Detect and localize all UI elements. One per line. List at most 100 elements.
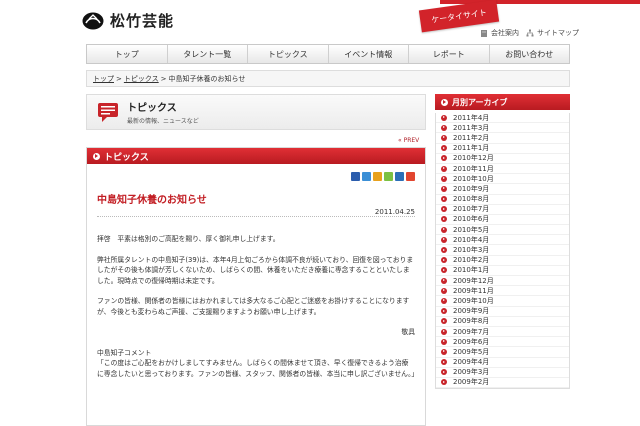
bookmark-pe-icon[interactable]	[395, 172, 404, 181]
archive-list: 2011年4月 2011年3月 2011年2月 2011年1月 2010年12月 2010…	[435, 113, 570, 390]
arrow-bullet-icon	[441, 216, 447, 223]
nav-item-events[interactable]: イベント情報	[329, 45, 409, 63]
archive-item[interactable]: 2009年7月	[436, 327, 569, 338]
topics-header: トピックス 最新の情報、ニュースなど	[86, 94, 426, 130]
archive-item[interactable]: 2011年2月	[436, 133, 569, 144]
arrow-bullet-icon	[441, 328, 447, 335]
article-date: 2011.04.25	[374, 208, 415, 216]
bookmark-n-icon[interactable]	[406, 172, 415, 181]
arrow-bullet-icon	[441, 226, 447, 233]
arrow-bullet-icon	[441, 369, 447, 376]
archive-title: 月別アーカイブ	[452, 97, 508, 107]
archive-item[interactable]: 2010年2月	[436, 256, 569, 266]
archive-item-label: 2010年5月	[453, 225, 490, 234]
archive-item[interactable]: 2010年6月	[436, 215, 569, 226]
company-info-label: 会社案内	[491, 29, 519, 37]
bookmark-green-icon[interactable]	[384, 172, 393, 181]
archive-item-label: 2009年6月	[453, 337, 490, 346]
article-box: トピックス 中島知子休養のお知らせ 2011.04.25 拝啓 平素は格別のご高…	[86, 147, 426, 426]
archive-item[interactable]: 2009年10月	[436, 296, 569, 307]
nav-item-contact[interactable]: お問い合わせ	[490, 45, 570, 63]
archive-item[interactable]: 2010年10月	[436, 174, 569, 185]
archive-item[interactable]: 2009年6月	[436, 337, 569, 348]
archive-item-label: 2010年7月	[453, 205, 490, 214]
arrow-bullet-icon	[441, 257, 447, 264]
archive-item[interactable]: 2009年9月	[436, 307, 569, 317]
sitemap-link[interactable]: サイトマップ	[526, 28, 579, 38]
archive-item[interactable]: 2010年4月	[436, 235, 569, 246]
archive-item[interactable]: 2009年12月	[436, 276, 569, 287]
archive-item-label: 2010年6月	[453, 215, 490, 224]
archive-item-label: 2010年3月	[453, 246, 490, 255]
topics-subtitle: 最新の情報、ニュースなど	[127, 118, 199, 125]
article-section-bar: トピックス	[87, 148, 425, 164]
archive-item[interactable]: 2010年12月	[436, 154, 569, 164]
archive-item[interactable]: 2010年7月	[436, 205, 569, 215]
bookmark-blue-icon[interactable]	[362, 172, 371, 181]
archive-item-label: 2009年11月	[453, 286, 494, 295]
article-title: 中島知子休養のお知らせ	[97, 195, 207, 206]
arrow-bullet-icon	[441, 175, 447, 182]
archive-item[interactable]: 2009年5月	[436, 347, 569, 358]
archive-item[interactable]: 2010年8月	[436, 195, 569, 205]
topics-title: トピックス	[127, 103, 177, 114]
shochiku-logo-icon	[82, 12, 104, 29]
article-section-label: トピックス	[104, 152, 149, 163]
breadcrumb-topics-link[interactable]: トピックス	[124, 74, 159, 84]
archive-item[interactable]: 2009年8月	[436, 317, 569, 327]
arrow-bullet-icon	[441, 338, 447, 345]
archive-item[interactable]: 2009年4月	[436, 358, 569, 368]
arrow-bullet-icon	[441, 165, 447, 172]
arrow-bullet-icon	[441, 379, 447, 386]
article-paragraph: 拝啓 平素は格別のご高配を賜り、厚く御礼申し上げます。	[97, 235, 280, 243]
arrow-bullet-icon	[441, 247, 447, 254]
arrow-bullet-icon	[441, 145, 447, 152]
arrow-bullet-icon	[441, 359, 447, 366]
prev-link[interactable]: « PREV	[398, 137, 419, 144]
share-buttons	[351, 172, 415, 181]
article-body: 拝啓 平素は格別のご高配を賜り、厚く御礼申し上げます。 弊社所属タレントの中島知…	[97, 234, 419, 389]
breadcrumb-separator: >	[116, 74, 122, 83]
nav-item-topics[interactable]: トピックス	[248, 45, 329, 63]
archive-item[interactable]: 2010年3月	[436, 245, 569, 256]
archive-item-label: 2010年11月	[453, 164, 494, 173]
building-icon	[481, 30, 487, 37]
archive-header: 月別アーカイブ	[435, 94, 570, 110]
archive-item[interactable]: 2009年2月	[436, 378, 569, 389]
archive-item-label: 2009年10月	[453, 296, 494, 305]
archive-item[interactable]: 2010年9月	[436, 184, 569, 195]
archive-item-label: 2009年9月	[453, 307, 490, 316]
archive-item[interactable]: 2010年11月	[436, 164, 569, 175]
archive-item-label: 2010年4月	[453, 235, 490, 244]
article-paragraph: ファンの皆様、関係者の皆様にはおかれましては多大なるご心配とご迷惑をお掛けするこ…	[97, 297, 410, 316]
arrow-bullet-icon	[441, 155, 447, 162]
archive-item[interactable]: 2011年1月	[436, 144, 569, 154]
archive-item[interactable]: 2009年11月	[436, 286, 569, 297]
archive-item[interactable]: 2009年3月	[436, 368, 569, 378]
bookmark-b-icon[interactable]	[351, 172, 360, 181]
archive-item[interactable]: 2010年1月	[436, 266, 569, 276]
comment-text: 「この度はご心配をおかけしましてすみません。しばらくの間休ませて頂き、早く復帰で…	[97, 359, 419, 378]
title-divider	[97, 216, 415, 217]
archive-item[interactable]: 2010年5月	[436, 225, 569, 236]
arrow-circle-icon	[441, 98, 448, 106]
archive-item-label: 2011年4月	[453, 113, 490, 122]
archive-item[interactable]: 2011年3月	[436, 123, 569, 134]
archive-item[interactable]: 2011年4月	[436, 113, 569, 124]
breadcrumb-home-link[interactable]: トップ	[93, 74, 114, 84]
arrow-bullet-icon	[441, 236, 447, 243]
comment-heading: 中島知子コメント	[97, 348, 152, 357]
nav-item-talent-list[interactable]: タレント一覧	[168, 45, 248, 63]
bookmark-star-icon[interactable]	[373, 172, 382, 181]
nav-item-reports[interactable]: レポート	[409, 45, 490, 63]
article-paragraph: 弊社所属タレントの中島知子(39)は、本年4月上旬ごろから体調不良が続いており、…	[97, 255, 414, 285]
archive-item-label: 2011年3月	[453, 123, 490, 132]
archive-item-label: 2010年9月	[453, 184, 490, 193]
breadcrumb-separator: >	[160, 74, 167, 83]
arrow-bullet-icon	[441, 348, 447, 355]
nav-item-top[interactable]: トップ	[87, 45, 168, 63]
site-logo[interactable]: 松竹芸能	[82, 10, 174, 31]
arrow-bullet-icon	[441, 277, 447, 284]
archive-item-label: 2009年8月	[453, 317, 490, 326]
company-info-link[interactable]: 会社案内	[480, 28, 519, 38]
